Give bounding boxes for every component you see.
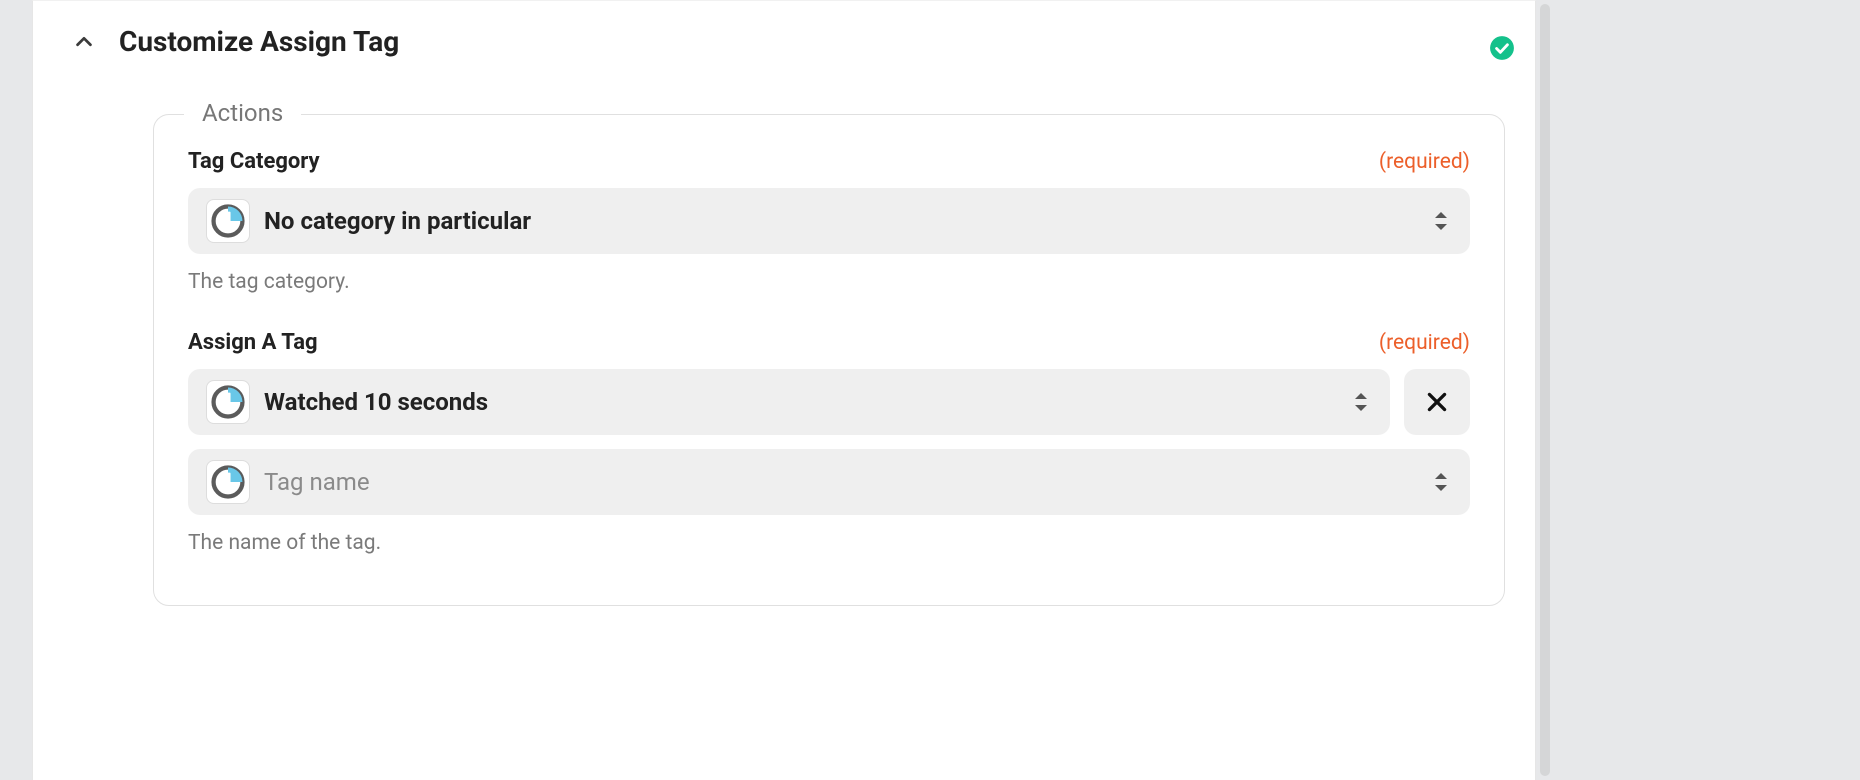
customize-panel: Customize Assign Tag Actions Tag Categor…: [32, 0, 1536, 780]
updown-caret-icon: [1350, 391, 1372, 413]
app-logo-icon: [206, 460, 250, 504]
field-header: Tag Category (required): [188, 149, 1470, 174]
fieldset-legend: Actions: [184, 99, 301, 127]
section-header: Customize Assign Tag: [33, 25, 1535, 58]
field-tag-category: Tag Category (required) No category in p…: [188, 149, 1470, 294]
required-badge: (required): [1379, 331, 1470, 355]
actions-fieldset: Actions Tag Category (required) No categ: [153, 114, 1505, 606]
chevron-up-icon: [73, 31, 95, 53]
select-placeholder: Tag name: [264, 468, 1430, 496]
assign-tag-select[interactable]: Watched 10 seconds: [188, 369, 1390, 435]
close-icon: [1424, 389, 1450, 415]
field-assign-tag: Assign A Tag (required) Watched 10 secon…: [188, 330, 1470, 555]
tag-category-select[interactable]: No category in particular: [188, 188, 1470, 254]
field-helper: The name of the tag.: [188, 531, 1470, 555]
field-helper: The tag category.: [188, 270, 1470, 294]
section-title: Customize Assign Tag: [119, 25, 399, 58]
required-badge: (required): [1379, 150, 1470, 174]
updown-caret-icon: [1430, 210, 1452, 232]
field-header: Assign A Tag (required): [188, 330, 1470, 355]
status-complete-icon: [1489, 35, 1515, 61]
app-logo-icon: [206, 380, 250, 424]
field-label: Tag Category: [188, 149, 320, 174]
select-value: No category in particular: [264, 207, 1430, 235]
clear-tag-button[interactable]: [1404, 369, 1470, 435]
collapse-toggle[interactable]: [69, 27, 99, 57]
updown-caret-icon: [1430, 471, 1452, 493]
field-label: Assign A Tag: [188, 330, 318, 355]
vertical-scrollbar[interactable]: [1540, 4, 1550, 776]
app-logo-icon: [206, 199, 250, 243]
select-value: Watched 10 seconds: [264, 388, 1350, 416]
assign-tag-add-select[interactable]: Tag name: [188, 449, 1470, 515]
